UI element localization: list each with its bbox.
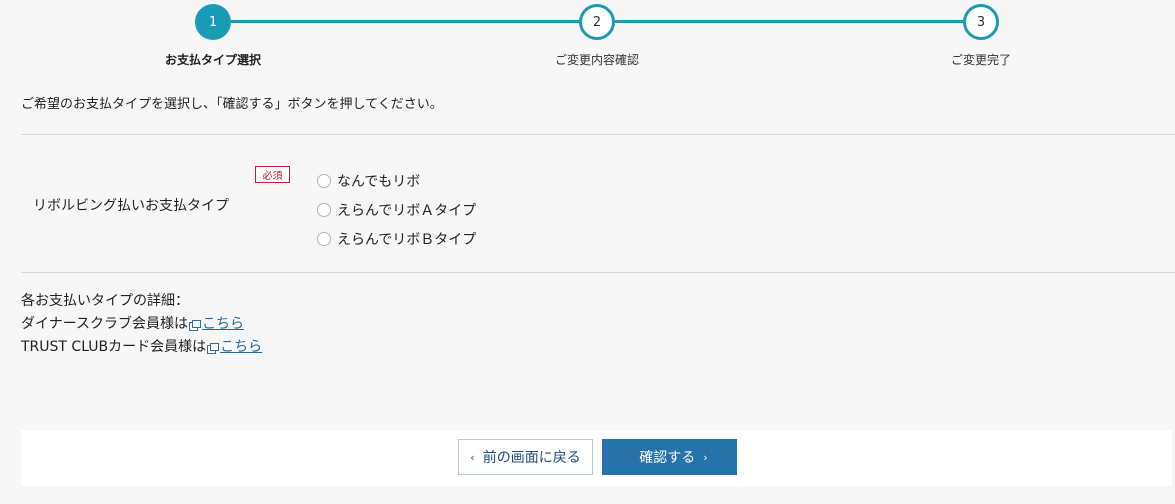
details-heading: 各お支払いタイプの詳細： [21,293,189,309]
radio-option-eranderibo-a[interactable]: えらんでリボＡタイプ [317,195,476,224]
payment-type-radio-group: なんでもリボ えらんでリボＡタイプ えらんでリボＢタイプ [317,166,476,253]
radio-option-label: えらんでリボＡタイプ [337,202,477,219]
required-badge: 必須 [255,166,290,183]
step-1-label: お支払タイプ選択 [164,53,261,67]
divider-top [21,134,1175,135]
back-button-label: 前の画面に戻る [482,450,581,466]
back-button[interactable]: ‹ 前の画面に戻る [458,439,593,475]
step-3-number: 3 [976,14,986,30]
stepper-line-1 [231,20,579,23]
stepper-line-2 [615,20,963,23]
radio-circle[interactable] [317,202,331,217]
payment-type-label: リボルビング払いお支払タイプ [33,198,229,214]
step-2-label: ご変更内容確認 [554,53,639,67]
trustclub-details-link[interactable]: こちら [220,336,262,359]
confirm-button[interactable]: 確認する › [602,439,737,475]
step-3-label: ご変更完了 [950,53,1011,67]
footer-action-bar: ‹ 前の画面に戻る 確認する › [21,430,1172,486]
chevron-left-icon: ‹ [470,450,475,464]
step-2-number: 2 [592,14,602,30]
chevron-right-icon: › [703,450,708,464]
radio-circle[interactable] [317,173,331,188]
radio-option-label: なんでもリボ [337,173,421,190]
radio-circle[interactable] [317,231,331,246]
external-link-icon [207,342,220,354]
confirm-button-label: 確認する [639,450,696,466]
radio-option-eranderibo-b[interactable]: えらんでリボＢタイプ [317,224,476,253]
step-3-circle: 3 [963,4,999,40]
radio-option-label: えらんでリボＢタイプ [337,231,477,248]
radio-option-nandemo-ribo[interactable]: なんでもリボ [317,166,476,195]
details-row-trustclub: TRUST CLUBカード会員様は こちら [21,336,262,359]
step-2-circle: 2 [579,4,615,40]
divider-bottom [21,272,1175,273]
details-row-text: TRUST CLUBカード会員様は [21,339,207,355]
details-row-text: ダイナースクラブ会員様は [21,316,189,332]
progress-stepper: 1 2 3 お支払タイプ選択 ご変更内容確認 ご変更完了 [0,0,1175,75]
diners-details-link[interactable]: こちら [202,313,244,336]
step-1-circle: 1 [195,4,231,40]
external-link-icon [189,319,202,331]
step-1-number: 1 [208,14,218,30]
details-row-diners: ダイナースクラブ会員様は こちら [21,313,262,336]
instruction-text: ご希望のお支払タイプを選択し、「確認する」ボタンを押してください。 [21,97,443,112]
payment-type-details: 各お支払いタイプの詳細： ダイナースクラブ会員様は こちら TRUST CLUB… [21,290,262,359]
